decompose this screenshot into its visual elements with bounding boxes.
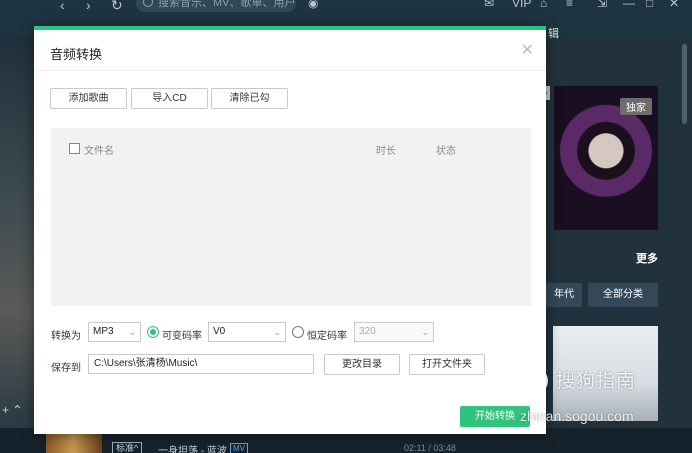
- save-to-label: 保存到: [51, 363, 81, 374]
- category-all-button[interactable]: 全部分类: [588, 283, 658, 307]
- open-folder-button[interactable]: 打开文件夹: [409, 354, 485, 375]
- format-value: MP3: [93, 326, 114, 337]
- file-list[interactable]: 文件名 时长 状态: [51, 128, 531, 306]
- column-duration: 时长: [376, 146, 396, 157]
- column-filename: 文件名: [84, 146, 114, 157]
- shirt-icon[interactable]: ⌂: [540, 0, 547, 10]
- now-playing-title[interactable]: 一身坦荡 - 蓝波: [158, 442, 227, 453]
- more-link[interactable]: 更多: [636, 250, 658, 266]
- chevron-down-icon: ⌄: [273, 327, 281, 337]
- vip-label[interactable]: VIP: [512, 0, 531, 10]
- back-icon[interactable]: ‹: [60, 0, 65, 12]
- mv-badge[interactable]: MV: [230, 443, 248, 453]
- search-input[interactable]: 搜索音乐、MV、歌单、用户: [136, 0, 296, 12]
- change-directory-button[interactable]: 更改目录: [324, 354, 400, 375]
- menu-icon[interactable]: ≡: [566, 0, 573, 10]
- cbr-select[interactable]: 320 ⌄: [354, 322, 434, 342]
- vbr-label[interactable]: 可变码率: [162, 327, 202, 342]
- minimize-icon[interactable]: —: [623, 0, 635, 10]
- maximize-icon[interactable]: □: [646, 0, 653, 10]
- convert-to-label: 转换为: [51, 331, 81, 342]
- add-songs-button[interactable]: 添加歌曲: [50, 88, 127, 109]
- left-panel-controls[interactable]: + ⌃: [2, 403, 22, 417]
- voice-search-icon[interactable]: ◉: [308, 0, 318, 10]
- playback-time: 02:11 / 03:48: [404, 443, 456, 453]
- close-window-icon[interactable]: ✕: [669, 0, 679, 10]
- album-cover[interactable]: 独家: [554, 86, 658, 230]
- cbr-label[interactable]: 恒定码率: [307, 327, 347, 342]
- watermark-main: 搜狗指南: [556, 371, 637, 392]
- format-select[interactable]: MP3 ⌄: [88, 322, 141, 342]
- refresh-icon[interactable]: ↻: [111, 0, 123, 12]
- close-icon[interactable]: ✕: [521, 40, 534, 60]
- chevron-down-icon: ⌄: [128, 327, 136, 337]
- scrollbar[interactable]: [682, 44, 687, 124]
- quality-selector[interactable]: 标准^: [112, 442, 143, 453]
- select-all-checkbox[interactable]: [69, 143, 80, 154]
- mini-mode-icon[interactable]: ⇲: [597, 0, 607, 10]
- vbr-value: V0: [213, 326, 226, 337]
- cbr-value: 320: [359, 326, 376, 337]
- forward-icon[interactable]: ›: [86, 0, 91, 12]
- divider: [34, 70, 546, 71]
- search-icon: [143, 0, 153, 7]
- watermark-sub: zhinan.sogou.com: [520, 408, 634, 424]
- dialog-title: 音频转换: [50, 47, 103, 62]
- save-path-value: C:\Users\张清杨\Music\: [94, 358, 198, 369]
- category-era-button[interactable]: 年代: [546, 283, 582, 307]
- cbr-radio[interactable]: [292, 326, 304, 338]
- sogou-logo-icon: [522, 368, 548, 394]
- left-banner-image: [0, 38, 34, 428]
- mail-icon[interactable]: ✉: [484, 0, 494, 10]
- save-path-input[interactable]: C:\Users\张清杨\Music\: [88, 354, 314, 374]
- section-label: 辑: [548, 28, 559, 40]
- clear-checked-button[interactable]: 清除已勾: [211, 88, 288, 109]
- column-status: 状态: [436, 146, 456, 157]
- audio-convert-dialog: 音频转换 ✕ 添加歌曲 导入CD 清除已勾 文件名 时长 状态 转换为 MP3 …: [34, 26, 546, 434]
- now-playing-cover[interactable]: [46, 432, 102, 453]
- import-cd-button[interactable]: 导入CD: [131, 88, 208, 109]
- exclusive-badge: 独家: [620, 98, 652, 115]
- chevron-down-icon: ⌄: [421, 327, 429, 337]
- vbr-radio[interactable]: [147, 326, 159, 338]
- vbr-select[interactable]: V0 ⌄: [208, 322, 286, 342]
- search-placeholder: 搜索音乐、MV、歌单、用户: [158, 0, 296, 9]
